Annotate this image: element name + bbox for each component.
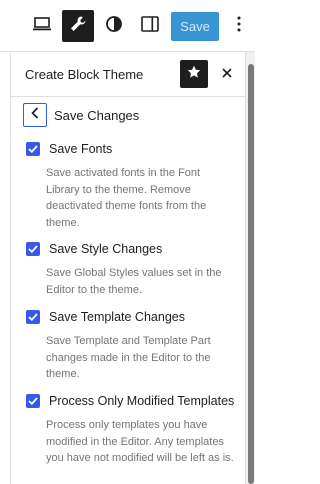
chevron-left-icon [31,106,39,124]
star-icon [187,65,201,84]
option-help-text: Save Template and Template Part changes … [46,335,211,380]
back-button[interactable] [23,103,47,127]
save-changes-header: Save Changes [23,103,139,127]
option-label[interactable]: Save Template Changes [49,310,185,324]
pin-favorite-button[interactable] [180,60,208,88]
styles-button[interactable] [98,10,130,42]
scrollbar-thumb[interactable] [248,64,254,484]
editor-toolbar: Save [0,0,255,52]
option-process-only-modified-templates: Process Only Modified Templates Process … [26,393,236,467]
tools-button[interactable] [62,10,94,42]
option-help-text: Save activated fonts in the Font Library… [46,167,207,229]
save-style-changes-checkbox[interactable] [26,242,40,256]
close-icon [222,65,232,83]
close-panel-button[interactable] [216,63,238,85]
section-title: Save Changes [54,107,140,123]
create-block-theme-panel: Create Block Theme Save Changes Save Fon… [10,52,247,484]
wrench-icon [69,15,87,38]
contrast-icon [105,15,123,38]
save-button[interactable]: Save [171,12,219,41]
option-save-fonts: Save Fonts Save activated fonts in the F… [26,141,236,231]
save-fonts-checkbox[interactable] [26,142,40,156]
desktop-preview-button[interactable] [26,10,58,42]
more-vertical-icon [237,16,241,37]
save-template-changes-checkbox[interactable] [26,310,40,324]
option-label[interactable]: Save Style Changes [49,242,162,256]
option-label[interactable]: Save Fonts [49,142,112,156]
sidebar-icon [141,15,159,37]
options-menu-button[interactable] [226,10,252,42]
checkmark-icon [28,397,38,405]
panel-header: Create Block Theme [11,52,247,97]
option-save-style-changes: Save Style Changes Save Global Styles va… [26,241,236,298]
checkmark-icon [28,245,38,253]
option-label[interactable]: Process Only Modified Templates [49,394,234,408]
panel-title: Create Block Theme [25,67,144,82]
option-save-template-changes: Save Template Changes Save Template and … [26,309,236,383]
option-help-text: Process only templates you have modified… [46,419,234,464]
checkmark-icon [28,313,38,321]
option-help-text: Save Global Styles values set in the Edi… [46,267,222,296]
settings-sidebar-button[interactable] [134,10,166,42]
process-only-modified-checkbox[interactable] [26,394,40,408]
desktop-icon [33,16,51,36]
checkmark-icon [28,145,38,153]
